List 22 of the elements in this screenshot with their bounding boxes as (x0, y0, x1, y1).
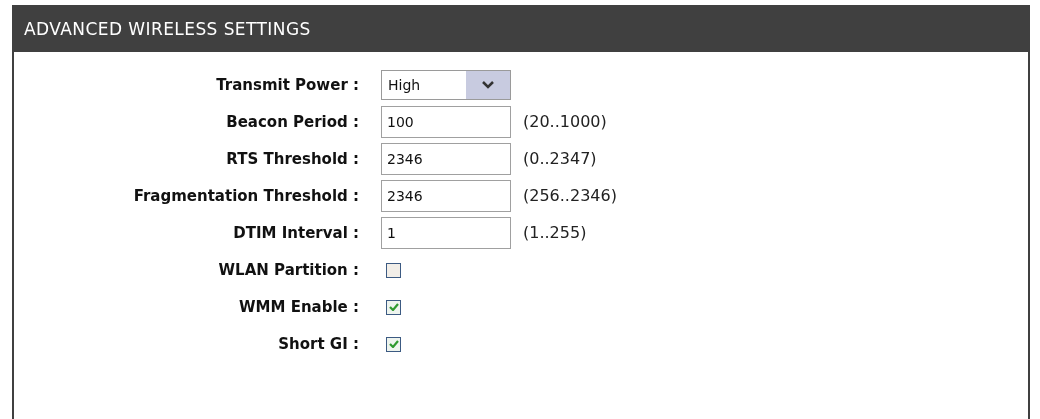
field-label: Transmit Power : (215, 74, 360, 96)
input-field[interactable]: 2346 (381, 143, 511, 175)
input-field[interactable]: 1 (381, 217, 511, 249)
input-field[interactable]: 100 (381, 106, 511, 138)
range-hint: (1..255) (523, 222, 587, 244)
field-label: Fragmentation Threshold : (132, 185, 360, 207)
checkbox[interactable] (386, 336, 401, 352)
field-label: WMM Enable : (238, 296, 360, 318)
checkbox[interactable] (386, 299, 401, 315)
field-label: Short GI : (277, 333, 360, 355)
checkbox[interactable] (386, 262, 401, 278)
input-field[interactable]: 2346 (381, 180, 511, 212)
field-label: WLAN Partition : (217, 259, 360, 281)
range-hint: (0..2347) (523, 148, 597, 170)
field-label: Beacon Period : (225, 111, 360, 133)
panel-title: ADVANCED WIRELESS SETTINGS (24, 17, 311, 41)
range-hint: (256..2346) (523, 185, 617, 207)
chevron-down-icon (482, 81, 494, 89)
range-hint: (20..1000) (523, 111, 607, 133)
field-label: RTS Threshold : (225, 148, 360, 170)
field-label: DTIM Interval : (232, 222, 360, 244)
dropdown[interactable]: High (381, 70, 511, 100)
